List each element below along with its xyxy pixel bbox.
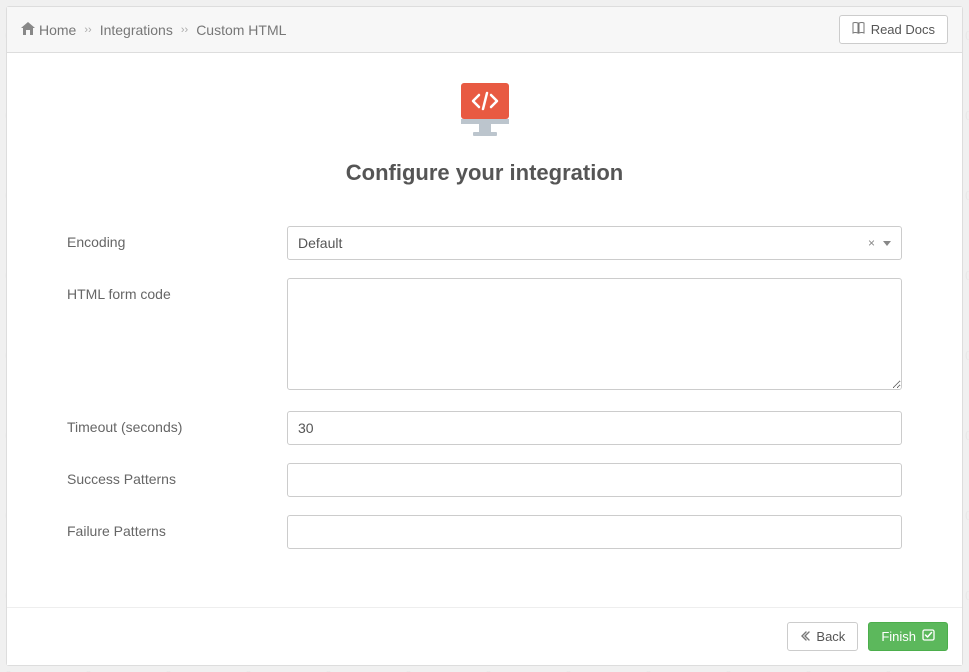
integration-icon (453, 81, 517, 142)
check-icon (922, 629, 935, 644)
breadcrumb-home-label: Home (39, 22, 76, 38)
success-input[interactable] (287, 463, 902, 497)
back-button[interactable]: Back (787, 622, 858, 651)
back-label: Back (816, 629, 845, 644)
book-icon (852, 22, 865, 37)
finish-label: Finish (881, 629, 916, 644)
html-code-row: HTML form code (67, 278, 902, 393)
timeout-row: Timeout (seconds) (67, 411, 902, 445)
encoding-value: Default (298, 235, 342, 251)
timeout-input[interactable] (287, 411, 902, 445)
chevron-down-icon[interactable] (883, 241, 891, 246)
html-code-label: HTML form code (67, 278, 287, 302)
breadcrumb-current: Custom HTML (196, 22, 286, 38)
finish-button[interactable]: Finish (868, 622, 948, 651)
footer-actions: Back Finish (7, 607, 962, 665)
clear-icon[interactable]: × (868, 236, 875, 250)
main-content: Configure your integration Encoding Defa… (7, 53, 962, 607)
breadcrumb-integrations[interactable]: Integrations (100, 22, 173, 38)
chevron-right-icon: ›› (84, 24, 91, 36)
chevron-left-icon (800, 629, 810, 644)
chevron-right-icon: ›› (181, 24, 188, 36)
breadcrumb: Home ›› Integrations ›› Custom HTML (21, 22, 286, 38)
timeout-label: Timeout (seconds) (67, 411, 287, 435)
breadcrumb-bar: Home ›› Integrations ›› Custom HTML Read… (7, 7, 962, 53)
success-label: Success Patterns (67, 463, 287, 487)
failure-row: Failure Patterns (67, 515, 902, 549)
encoding-row: Encoding Default × (67, 226, 902, 260)
read-docs-button[interactable]: Read Docs (839, 15, 948, 44)
failure-input[interactable] (287, 515, 902, 549)
encoding-select[interactable]: Default × (287, 226, 902, 260)
breadcrumb-current-label: Custom HTML (196, 22, 286, 38)
breadcrumb-home[interactable]: Home (21, 22, 76, 38)
page-title: Configure your integration (67, 160, 902, 186)
encoding-label: Encoding (67, 226, 287, 250)
failure-label: Failure Patterns (67, 515, 287, 539)
page-container: Home ›› Integrations ›› Custom HTML Read… (6, 6, 963, 666)
success-row: Success Patterns (67, 463, 902, 497)
html-code-textarea[interactable] (287, 278, 902, 390)
home-icon (21, 22, 35, 38)
read-docs-label: Read Docs (871, 22, 935, 37)
configuration-form: Encoding Default × HTML form code (67, 226, 902, 549)
breadcrumb-integrations-label: Integrations (100, 22, 173, 38)
